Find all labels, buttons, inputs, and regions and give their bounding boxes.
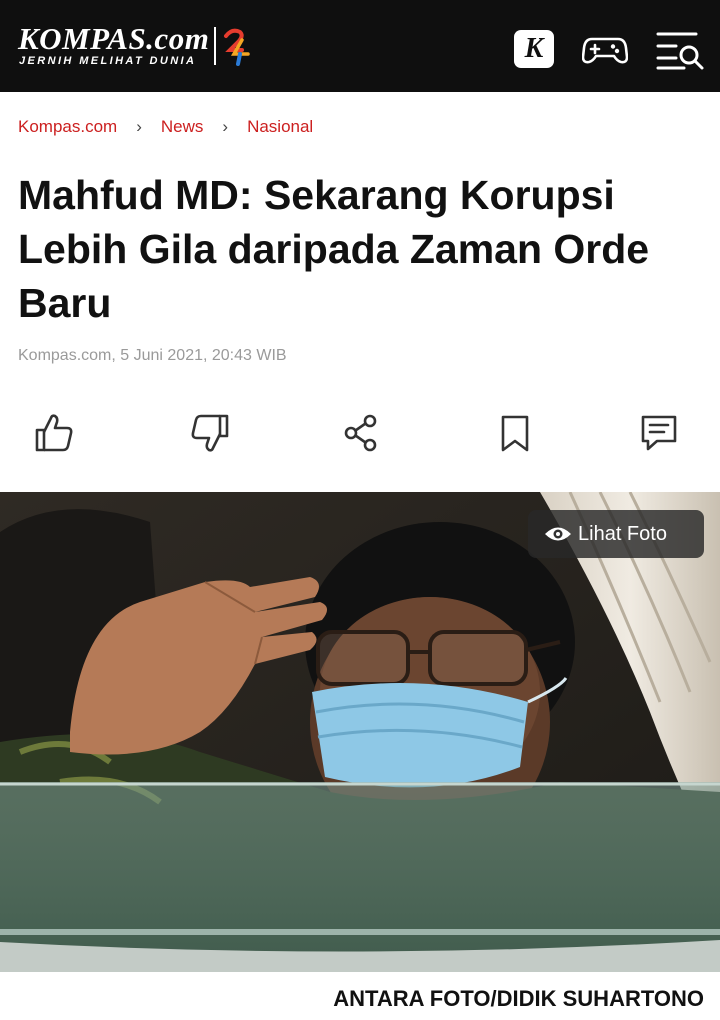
- kompas-k-button[interactable]: K: [514, 30, 554, 68]
- games-button[interactable]: [581, 30, 629, 68]
- view-photo-label: Lihat Foto: [578, 523, 667, 545]
- bookmark-icon: [501, 415, 529, 452]
- kompas-k-icon: K: [524, 33, 544, 64]
- kompas-logo[interactable]: KOMPAS.com JERNIH MELIHAT DUNIA: [18, 22, 258, 72]
- menu-search-icon: [656, 32, 704, 70]
- share-icon: [344, 414, 377, 452]
- breadcrumb-kompas[interactable]: Kompas.com: [18, 115, 117, 139]
- like-button[interactable]: [32, 410, 78, 456]
- logo-divider: [214, 27, 216, 65]
- gamepad-icon: [581, 37, 629, 64]
- breadcrumb-separator: ›: [136, 116, 142, 136]
- photo-credit: ANTARA FOTO/DIDIK SUHARTONO: [333, 986, 704, 1011]
- logo-text: KOMPAS.com: [18, 21, 210, 56]
- article-title: Mahfud MD: Sekarang Korupsi Lebih Gila d…: [18, 172, 650, 326]
- thumbs-up-icon: [35, 414, 73, 452]
- article-meta: Kompas.com, 5 Juni 2021, 20:43 WIB: [18, 347, 287, 364]
- breadcrumb-separator: ›: [222, 116, 229, 136]
- share-button[interactable]: [338, 410, 384, 456]
- thumbs-down-icon: [191, 414, 229, 452]
- menu-search-button[interactable]: [656, 28, 706, 72]
- breadcrumb-news[interactable]: News: [161, 115, 204, 139]
- breadcrumb: Kompas.com › News › Nasional: [18, 114, 708, 138]
- anniversary-badge-icon: [224, 28, 250, 66]
- eye-icon: [545, 527, 571, 541]
- top-navbar: KOMPAS.com JERNIH MELIHAT DUNIA K: [0, 0, 720, 92]
- article-photo-image: [0, 492, 720, 972]
- article-photo[interactable]: [0, 492, 720, 972]
- logo-tagline: JERNIH MELIHAT DUNIA: [19, 55, 197, 67]
- bookmark-button[interactable]: [492, 410, 538, 456]
- dislike-button[interactable]: [186, 410, 232, 456]
- view-photo-button[interactable]: Lihat Foto: [528, 510, 704, 558]
- breadcrumb-nasional[interactable]: Nasional: [247, 115, 313, 139]
- comment-icon: [641, 415, 677, 451]
- comment-button[interactable]: [636, 410, 682, 456]
